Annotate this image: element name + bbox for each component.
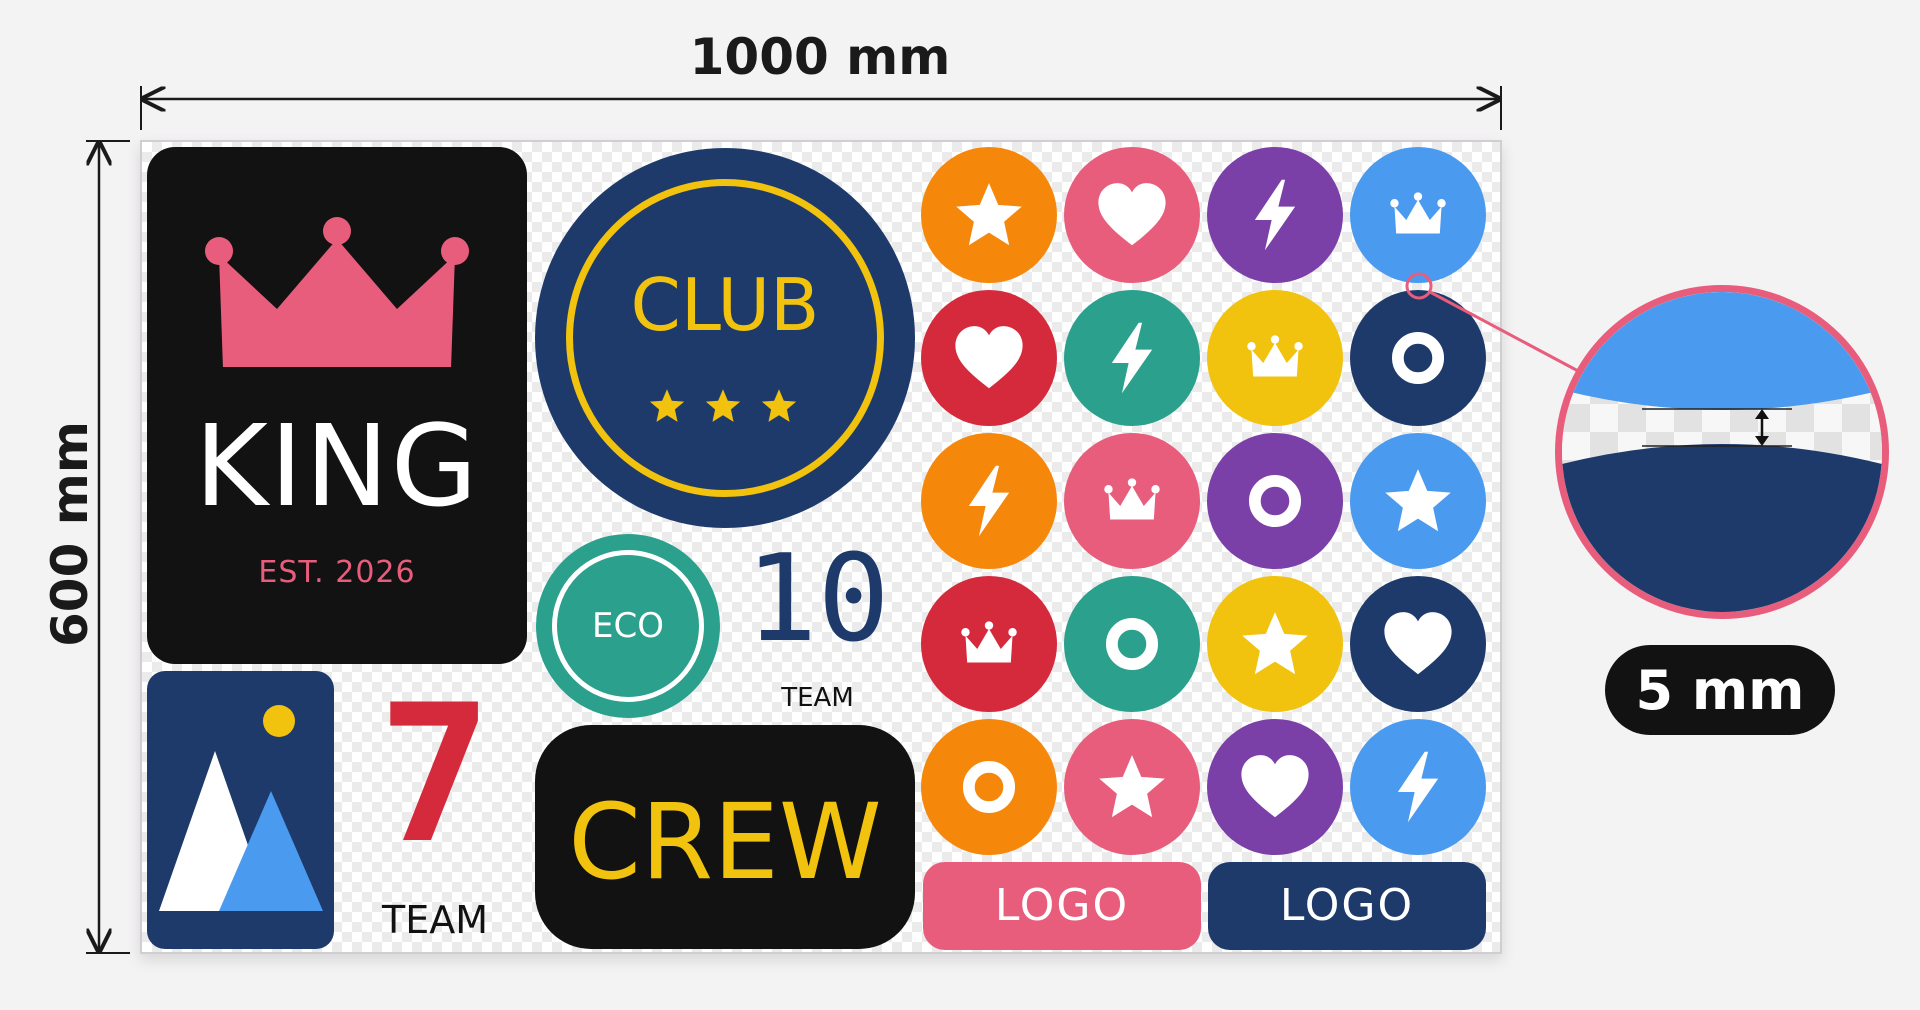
gap-size-badge: 5 mm (1605, 645, 1835, 735)
gap-detail-illustration (1562, 292, 1882, 612)
zoom-detail-circle (1555, 285, 1889, 619)
sticker-sheet-diagram: 1000 mm 600 mm KING EST. 2026 7 TEAM CLU… (0, 0, 1920, 1010)
gap-size-label: 5 mm (1635, 659, 1805, 722)
